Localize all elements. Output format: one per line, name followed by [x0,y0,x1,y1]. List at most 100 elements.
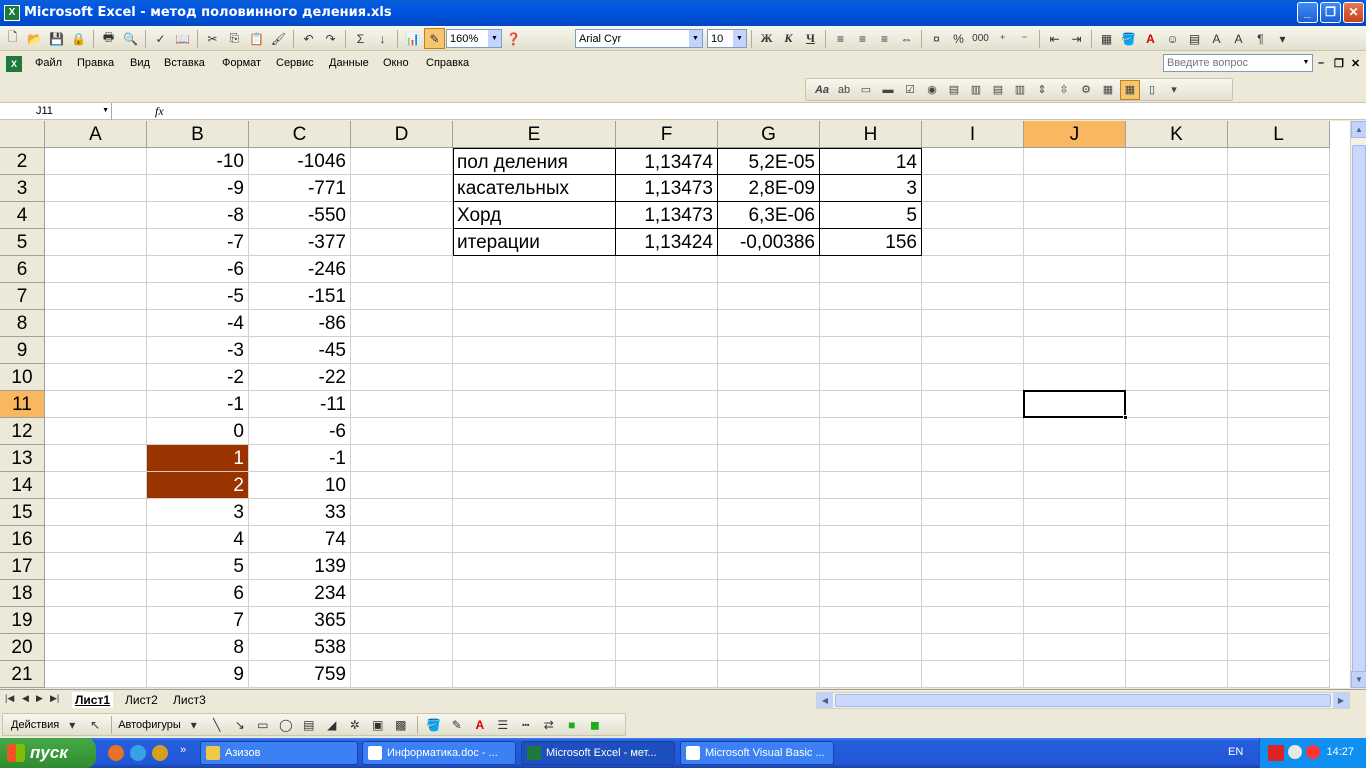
cell-i21[interactable] [922,661,1024,688]
cell-b17[interactable]: 5 [147,553,249,580]
last-sheet-icon[interactable]: ▶| [50,693,59,704]
row-header[interactable]: 5 [0,229,45,256]
cell-l2[interactable] [1228,148,1330,175]
cell-k7[interactable] [1126,283,1228,310]
cell-b19[interactable]: 7 [147,607,249,634]
vertical-scroll-thumb[interactable] [1352,145,1366,673]
permission-icon[interactable]: 🔒 [68,28,89,49]
cell-i10[interactable] [922,364,1024,391]
cell-d10[interactable] [351,364,453,391]
cell-a2[interactable] [45,148,147,175]
scroll-left-icon[interactable]: ◀ [817,693,833,708]
cell-a6[interactable] [45,256,147,283]
cell-j5[interactable] [1024,229,1126,256]
align-center-icon[interactable]: ≡ [852,28,873,49]
cell-l13[interactable] [1228,445,1330,472]
column-header-f[interactable]: F [616,121,718,148]
cell-k17[interactable] [1126,553,1228,580]
cell-f12[interactable] [616,418,718,445]
arrow-icon[interactable]: ↘ [230,715,250,735]
increase-indent-icon[interactable]: ⇥ [1066,28,1087,49]
cell-b15[interactable]: 3 [147,499,249,526]
cell-b4[interactable]: -8 [147,202,249,229]
font-color-icon[interactable]: A [1140,28,1161,49]
column-header-i[interactable]: I [922,121,1024,148]
smiley-icon[interactable]: ☺ [1162,28,1183,49]
cell-g8[interactable] [718,310,820,337]
cell-h16[interactable] [820,526,922,553]
cell-h19[interactable] [820,607,922,634]
scroll-right-icon[interactable]: ▶ [1333,693,1349,708]
cell-k19[interactable] [1126,607,1228,634]
cell-h7[interactable] [820,283,922,310]
cell-a20[interactable] [45,634,147,661]
cell-f15[interactable] [616,499,718,526]
quicklaunch-icon[interactable] [152,745,168,761]
cell-d3[interactable] [351,175,453,202]
underline-button[interactable]: Ч [800,28,821,49]
cell-i9[interactable] [922,337,1024,364]
cell-b18[interactable]: 6 [147,580,249,607]
cell-f9[interactable] [616,337,718,364]
chevron-down-icon[interactable]: ▼ [733,30,746,47]
cell-i4[interactable] [922,202,1024,229]
restore-button[interactable]: ❐ [1320,2,1341,23]
cell-c19[interactable]: 365 [249,607,351,634]
chevron-down-icon[interactable]: ▾ [62,715,82,735]
toolbar-options-icon[interactable]: ▾ [1164,80,1184,100]
cell-l20[interactable] [1228,634,1330,661]
currency-icon[interactable]: ¤ [926,28,947,49]
cell-e11[interactable] [453,391,616,418]
task-excel[interactable]: Microsoft Excel - мет... [521,741,675,765]
row-header[interactable]: 16 [0,526,45,553]
cell-h15[interactable] [820,499,922,526]
help-icon[interactable]: ❓ [503,28,524,49]
cell-k3[interactable] [1126,175,1228,202]
merge-center-icon[interactable]: ⇔ [896,28,917,49]
increase-decimal-icon[interactable]: ⁺ [992,28,1013,49]
doc-restore-button[interactable]: ❐ [1334,57,1344,70]
cell-h17[interactable] [820,553,922,580]
cell-j10[interactable] [1024,364,1126,391]
cell-d7[interactable] [351,283,453,310]
row-header[interactable]: 12 [0,418,45,445]
cell-l7[interactable] [1228,283,1330,310]
firefox-icon[interactable] [108,745,124,761]
cell-c8[interactable]: -86 [249,310,351,337]
cell-j13[interactable] [1024,445,1126,472]
cell-f7[interactable] [616,283,718,310]
cell-e8[interactable] [453,310,616,337]
cell-e2[interactable]: пол деления [453,148,616,175]
open-folder-icon[interactable]: 📂 [24,28,45,49]
cell-a11[interactable] [45,391,147,418]
new-file-icon[interactable]: 🗋 [2,28,23,49]
cell-e6[interactable] [453,256,616,283]
cell-b5[interactable]: -7 [147,229,249,256]
cell-b10[interactable]: -2 [147,364,249,391]
cell-g17[interactable] [718,553,820,580]
cell-c20[interactable]: 538 [249,634,351,661]
cell-j18[interactable] [1024,580,1126,607]
line-color-icon[interactable]: ✎ [447,715,467,735]
cell-l5[interactable] [1228,229,1330,256]
cell-b16[interactable]: 4 [147,526,249,553]
cell-e15[interactable] [453,499,616,526]
cell-b14[interactable]: 2 [147,472,249,499]
oval-icon[interactable]: ◯ [276,715,296,735]
undo-icon[interactable]: ↶ [298,28,319,49]
language-indicator[interactable]: EN [1228,746,1243,758]
cell-l17[interactable] [1228,553,1330,580]
cell-d18[interactable] [351,580,453,607]
cell-e14[interactable] [453,472,616,499]
research-icon[interactable]: 📖 [172,28,193,49]
cell-f20[interactable] [616,634,718,661]
cell-h20[interactable] [820,634,922,661]
clip-art-icon[interactable]: ▣ [368,715,388,735]
chevron-down-icon[interactable]: ▼ [689,30,702,47]
print-icon[interactable]: 🖶 [98,28,119,49]
bold-button[interactable]: Ж [756,28,777,49]
autosum-icon[interactable]: Σ [350,28,371,49]
close-button[interactable]: ✕ [1343,2,1364,23]
zoom-combo[interactable]: 160% ▼ [446,29,502,48]
row-header[interactable]: 20 [0,634,45,661]
